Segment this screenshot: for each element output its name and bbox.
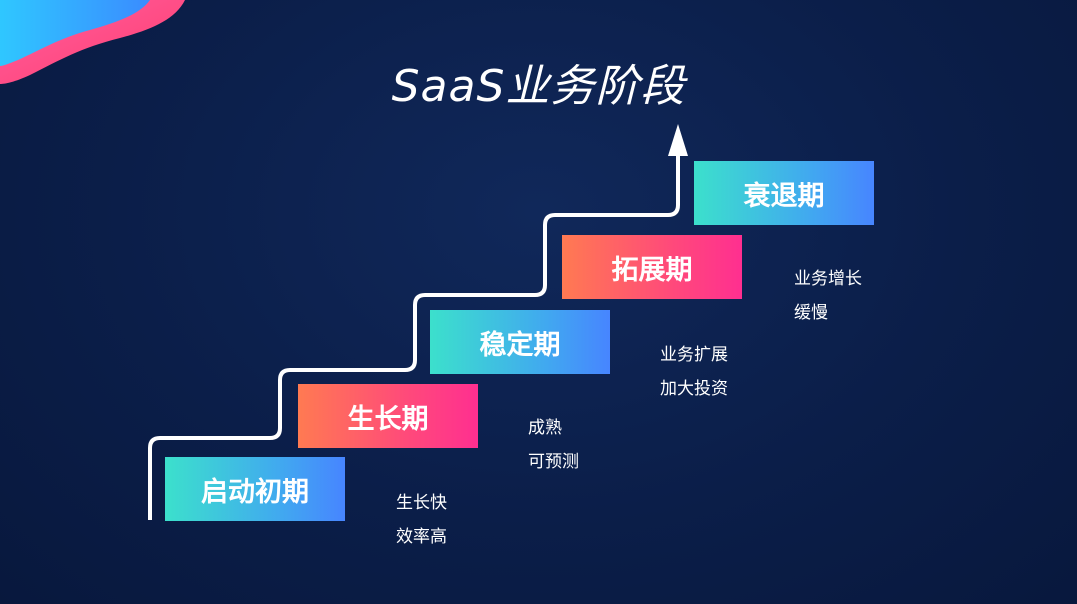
desc-line: 生长快	[396, 493, 447, 513]
stage-label: 衰退期	[694, 161, 874, 225]
stage-label: 启动初期	[165, 457, 345, 521]
page-title: SaaS业务阶段	[391, 61, 686, 112]
stage-description-decline: 业务增长 缓慢	[794, 262, 862, 330]
stage-label: 拓展期	[562, 235, 742, 299]
slide-canvas: SaaS业务阶段 启动初期 生长期 生长快 效率高 稳定期 成熟 可预测 拓展期	[0, 0, 1077, 604]
stage-label: 生长期	[298, 384, 478, 448]
stage-description-stable: 成熟 可预测	[528, 411, 579, 479]
desc-line: 缓慢	[794, 303, 828, 323]
stage-description-expansion: 业务扩展 加大投资	[660, 338, 728, 406]
desc-line: 可预测	[528, 452, 579, 472]
desc-line: 成熟	[528, 418, 562, 438]
stage-label: 稳定期	[430, 310, 610, 374]
desc-line: 业务扩展	[660, 345, 728, 365]
stage-description-growth: 生长快 效率高	[396, 486, 447, 554]
desc-line: 加大投资	[660, 379, 728, 399]
desc-line: 效率高	[396, 527, 447, 547]
desc-line: 业务增长	[794, 269, 862, 289]
